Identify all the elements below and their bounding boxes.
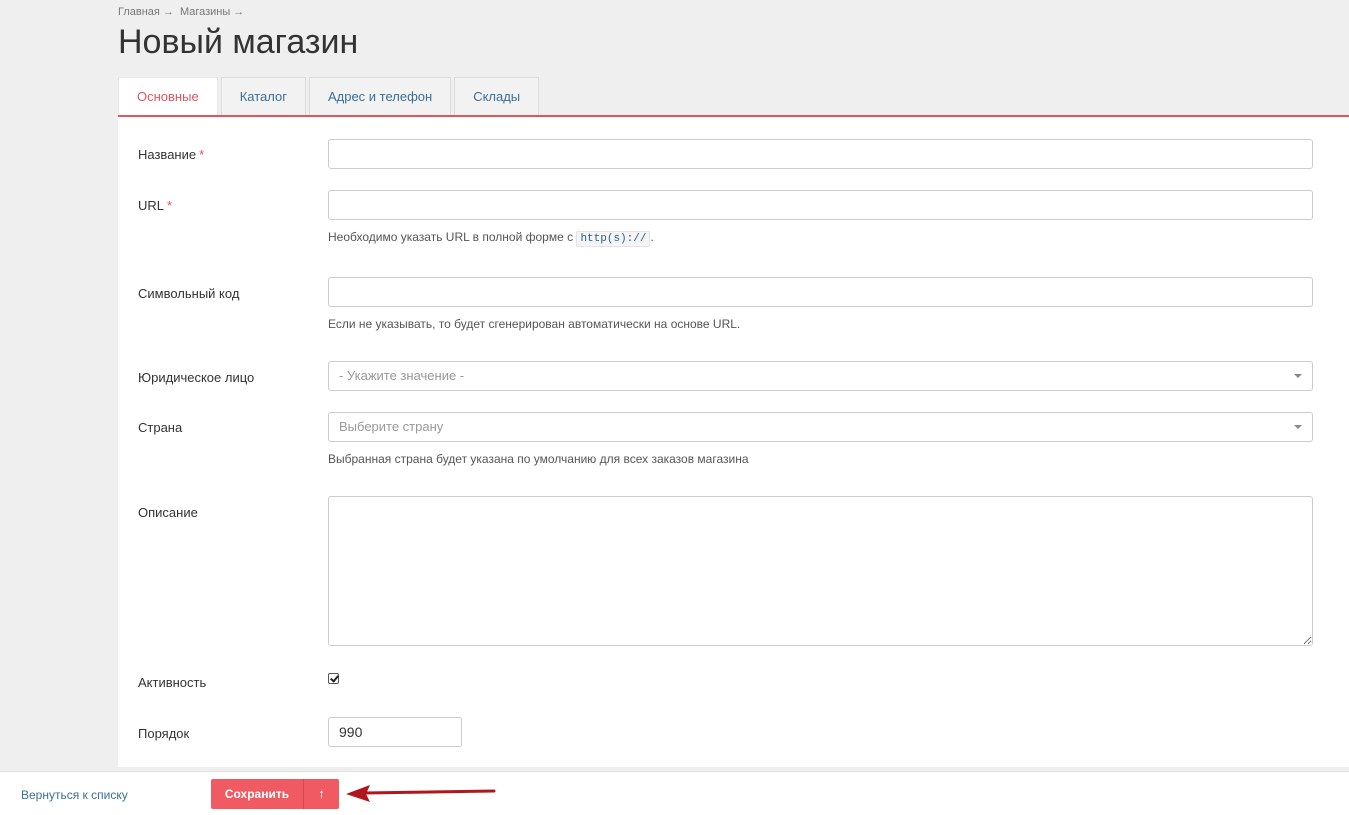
chevron-down-icon: [1294, 374, 1302, 378]
breadcrumb-separator: →: [233, 6, 245, 18]
active-checkbox[interactable]: [328, 673, 339, 684]
country-select[interactable]: Выберите страну: [328, 412, 1313, 442]
url-hint-code: http(s)://: [576, 231, 651, 247]
name-label: Название *: [138, 147, 205, 162]
breadcrumb: Главная → Магазины →: [118, 6, 247, 18]
code-label: Символьный код: [138, 286, 240, 301]
description-label: Описание: [138, 505, 198, 520]
active-label: Активность: [138, 675, 207, 690]
required-mark: *: [167, 198, 173, 213]
country-label: Страна: [138, 420, 183, 435]
tab-catalog[interactable]: Каталог: [220, 77, 306, 115]
order-label: Порядок: [138, 726, 190, 741]
save-button[interactable]: Сохранить ↑: [211, 779, 339, 809]
breadcrumb-home[interactable]: Главная: [118, 6, 160, 18]
back-to-list-link[interactable]: Вернуться к списку: [21, 788, 128, 802]
breadcrumb-separator: →: [162, 6, 174, 18]
chevron-down-icon: [1294, 425, 1302, 429]
save-button-label[interactable]: Сохранить: [211, 779, 304, 809]
description-textarea[interactable]: [328, 496, 1313, 646]
form-panel: Название * URL * Необходимо указать URL в …: [118, 115, 1349, 767]
url-input[interactable]: [328, 190, 1313, 220]
tab-address-phone[interactable]: Адрес и телефон: [308, 77, 452, 115]
footer-bar: Вернуться к списку Сохранить ↑: [0, 771, 1349, 815]
name-input[interactable]: [328, 139, 1313, 169]
page-title: Новый магазин: [118, 23, 359, 61]
legal-entity-select[interactable]: - Укажите значение -: [328, 361, 1313, 391]
url-label: URL *: [138, 198, 173, 213]
url-hint: Необходимо указать URL в полной форме с …: [328, 230, 654, 247]
legal-entity-label: Юридическое лицо: [138, 370, 255, 385]
tab-main[interactable]: Основные: [118, 77, 218, 117]
tab-bar: Основные Каталог Адрес и телефон Склады: [118, 77, 542, 117]
code-input[interactable]: [328, 277, 1313, 307]
order-input[interactable]: [328, 717, 462, 747]
tab-warehouses[interactable]: Склады: [454, 77, 540, 115]
country-hint: Выбранная страна будет указана по умолча…: [328, 452, 749, 466]
required-mark: *: [199, 147, 205, 162]
code-hint: Если не указывать, то будет сгенерирован…: [328, 317, 741, 331]
arrow-up-icon[interactable]: ↑: [304, 779, 339, 809]
breadcrumb-section[interactable]: Магазины: [180, 6, 230, 18]
red-arrow-icon: [346, 785, 496, 802]
